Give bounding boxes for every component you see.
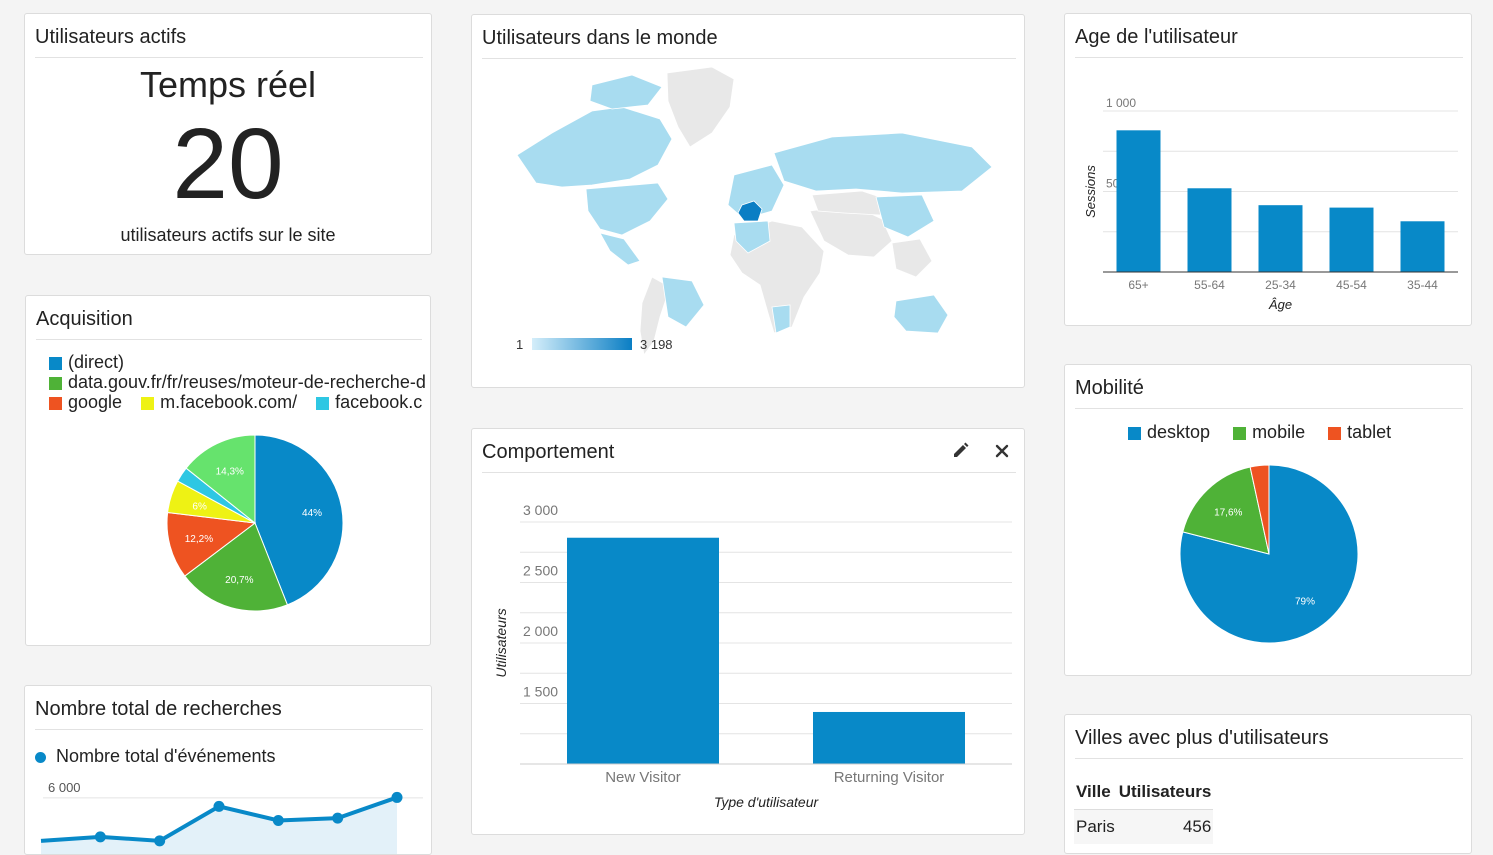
bar[interactable] bbox=[813, 711, 965, 764]
data-point[interactable] bbox=[94, 831, 106, 843]
x-tick-label: 35-44 bbox=[1407, 278, 1438, 292]
y-tick-label: 2 500 bbox=[523, 563, 558, 579]
age-bar-chart[interactable]: 1 00050065+ 55-64 25-34 45-54 35-44ÂgeSessio… bbox=[1065, 14, 1473, 327]
bar[interactable] bbox=[1116, 130, 1161, 272]
x-tick-label: 65+ bbox=[1128, 278, 1148, 292]
column-header-users[interactable]: Utilisateurs bbox=[1116, 775, 1214, 810]
y-tick-label: 1 500 bbox=[523, 684, 558, 700]
map-scale-max: 3 198 bbox=[640, 337, 673, 352]
acquisition-card: Acquisition (direct) data.gouv.fr/fr/reu… bbox=[25, 295, 431, 646]
bar[interactable] bbox=[1187, 188, 1232, 272]
x-tick-label: 45-54 bbox=[1336, 278, 1367, 292]
y-axis-title: Sessions bbox=[1083, 165, 1098, 218]
bar[interactable] bbox=[567, 537, 719, 764]
active-users-title: Utilisateurs actifs bbox=[35, 26, 423, 58]
y-axis-title: Utilisateurs bbox=[493, 608, 509, 677]
pie-slice-label: 20,7% bbox=[225, 575, 253, 586]
y-tick-label: 3 000 bbox=[523, 502, 558, 518]
cities-title: Villes avec plus d'utilisateurs bbox=[1075, 727, 1463, 759]
data-point[interactable] bbox=[213, 800, 225, 812]
data-point[interactable] bbox=[154, 835, 166, 847]
data-point[interactable] bbox=[391, 791, 403, 803]
cities-table: Ville Utilisateurs Paris 456 bbox=[1074, 775, 1214, 844]
y-tick-label: 1 000 bbox=[1106, 96, 1136, 110]
acquisition-pie-chart[interactable]: 44% 20,7% 12,2% 6% 14,3% bbox=[26, 296, 431, 646]
active-users-count: 20 bbox=[172, 108, 284, 220]
active-users-card: Utilisateurs actifs Temps réel 20 utilis… bbox=[24, 13, 432, 255]
y-tick-label: 2 000 bbox=[523, 623, 558, 639]
pie-slice-label: 14,3% bbox=[216, 467, 244, 478]
pie-slice-label: 6% bbox=[192, 501, 207, 512]
age-card: Age de l'utilisateur 1 000 500 65+ 55-64 25-… bbox=[1064, 13, 1472, 326]
bar[interactable] bbox=[1258, 205, 1303, 272]
pie-slice-label: 79% bbox=[1295, 596, 1315, 607]
map-scale-bar bbox=[532, 338, 632, 350]
behavior-bar-chart[interactable]: 3 000 2 500 2 000 1 500 New Visitor Returning… bbox=[472, 429, 1026, 836]
y-tick-label: 6 000 bbox=[48, 780, 81, 795]
x-tick-label: 55-64 bbox=[1194, 278, 1225, 292]
bar[interactable] bbox=[1329, 207, 1374, 272]
pie-slice-label: 44% bbox=[302, 508, 322, 519]
behavior-card: Comportement 3 000 2 500 2 000 1 500 New Vis… bbox=[471, 428, 1025, 835]
x-tick-label: New Visitor bbox=[605, 769, 681, 786]
cities-card: Villes avec plus d'utilisateurs Ville Ut… bbox=[1064, 714, 1472, 854]
x-tick-label: 25-34 bbox=[1265, 278, 1296, 292]
mobility-pie-chart[interactable]: 79% 17,6% bbox=[1065, 365, 1473, 677]
pie-slice-label: 17,6% bbox=[1214, 508, 1242, 519]
x-axis-title: Âge bbox=[1268, 297, 1292, 312]
map-scale-min: 1 bbox=[516, 337, 523, 352]
column-header-city[interactable]: Ville bbox=[1074, 775, 1117, 810]
mobility-card: Mobilité desktop mobile tablet 79% 17,6% bbox=[1064, 364, 1472, 676]
realtime-label: Temps réel bbox=[139, 64, 317, 105]
world-map[interactable]: 1 3 198 bbox=[472, 15, 1025, 388]
bar[interactable] bbox=[1400, 221, 1445, 272]
active-users-caption: utilisateurs actifs sur le site bbox=[120, 225, 336, 245]
searches-card: Nombre total de recherches Nombre total … bbox=[24, 685, 432, 855]
data-point[interactable] bbox=[272, 814, 284, 826]
x-axis-title: Type d'utilisateur bbox=[714, 794, 820, 810]
world-map-card: Utilisateurs dans le monde 1 3 198 bbox=[471, 14, 1025, 388]
searches-line-chart[interactable]: 6 000 bbox=[25, 686, 432, 855]
x-tick-label: Returning Visitor bbox=[834, 769, 945, 786]
data-point[interactable] bbox=[332, 812, 344, 824]
table-header-row: Ville Utilisateurs bbox=[1074, 775, 1214, 810]
pie-slice-label: 12,2% bbox=[185, 534, 213, 545]
